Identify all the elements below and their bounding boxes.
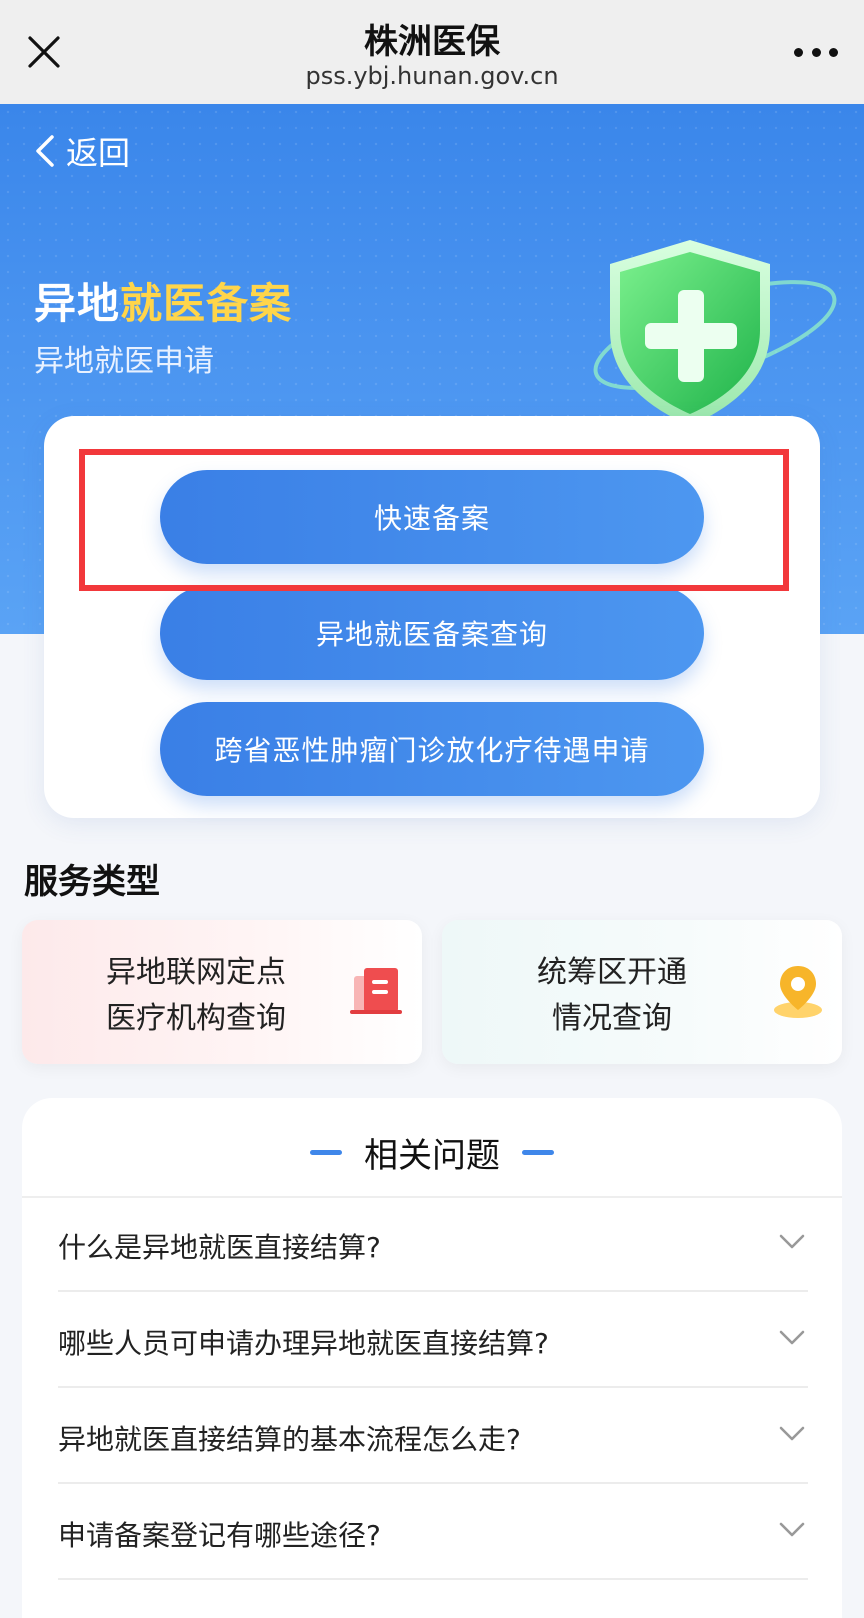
back-button[interactable]: 返回 xyxy=(32,128,130,174)
hero-title-prefix: 异地 xyxy=(34,279,121,328)
hero-title: 异地就医备案 xyxy=(34,270,292,331)
faq-header-dash-left xyxy=(310,1150,342,1155)
service-card-region-query[interactable]: 统筹区开通 情况查询 xyxy=(442,920,842,1064)
page-title: 株洲医保 xyxy=(364,22,500,62)
hero-subtitle: 异地就医申请 xyxy=(34,344,214,379)
chevron-down-icon xyxy=(779,1234,805,1249)
service-label-line2: 情况查询 xyxy=(552,1001,672,1036)
hospital-building-icon xyxy=(350,968,402,1014)
services-section-title: 服务类型 xyxy=(24,862,160,902)
chevron-down-icon xyxy=(779,1330,805,1345)
service-label: 统筹区开通 情况查询 xyxy=(462,950,762,1042)
hero-title-highlight: 就医备案 xyxy=(120,279,293,328)
faq-item[interactable]: 什么是异地就医直接结算? xyxy=(58,1198,808,1292)
faq-question: 什么是异地就医直接结算? xyxy=(58,1231,381,1264)
highlight-annotation-box xyxy=(79,449,789,591)
cancer-treatment-apply-button[interactable]: 跨省恶性肿瘤门诊放化疗待遇申请 xyxy=(160,702,704,796)
back-label: 返回 xyxy=(66,134,131,172)
faq-header: 相关问题 xyxy=(22,1128,842,1177)
faq-question: 哪些人员可申请办理异地就医直接结算? xyxy=(58,1327,549,1360)
title-bar: 株洲医保 pss.ybj.hunan.gov.cn xyxy=(0,0,864,104)
chevron-down-icon xyxy=(779,1426,805,1441)
more-menu-icon[interactable] xyxy=(794,40,838,64)
faq-question: 申请备案登记有哪些途径? xyxy=(58,1519,381,1552)
faq-item[interactable]: 异地就医直接结算的基本流程怎么走? xyxy=(58,1390,808,1484)
shield-plus-icon xyxy=(593,240,837,426)
chevron-left-icon xyxy=(36,135,54,167)
service-card-hospital-query[interactable]: 异地联网定点 医疗机构查询 xyxy=(22,920,422,1064)
record-query-button[interactable]: 异地就医备案查询 xyxy=(160,586,704,680)
faq-item[interactable]: 哪些人员可申请办理异地就医直接结算? xyxy=(58,1294,808,1388)
service-label-line1: 统筹区开通 xyxy=(537,955,687,990)
page-url: pss.ybj.hunan.gov.cn xyxy=(305,62,559,90)
service-label: 异地联网定点 医疗机构查询 xyxy=(46,950,346,1042)
location-pin-icon xyxy=(774,966,822,1018)
faq-item[interactable]: 申请备案登记有哪些途径? xyxy=(58,1486,808,1580)
faq-question: 异地就医直接结算的基本流程怎么走? xyxy=(58,1423,521,1456)
service-label-line1: 异地联网定点 xyxy=(106,955,286,990)
faq-title: 相关问题 xyxy=(364,1136,500,1176)
faq-header-dash-right xyxy=(522,1150,554,1155)
faq-card: 相关问题 什么是异地就医直接结算? 哪些人员可申请办理异地就医直接结算? 异地就… xyxy=(22,1098,842,1618)
service-label-line2: 医疗机构查询 xyxy=(106,1001,286,1036)
chevron-down-icon xyxy=(779,1522,805,1537)
